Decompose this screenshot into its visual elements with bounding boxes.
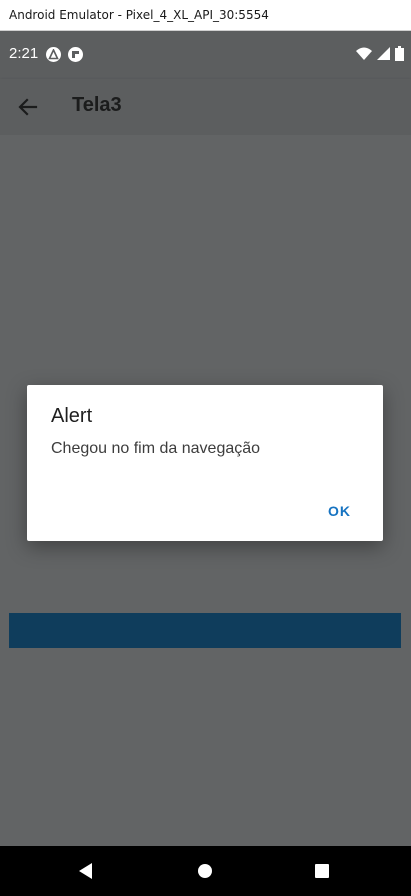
- recents-square-icon[interactable]: [312, 861, 332, 881]
- wifi-icon: [356, 47, 372, 60]
- back-triangle-icon[interactable]: [76, 861, 96, 881]
- dialog-title: Alert: [51, 405, 93, 427]
- alert-dialog: Alert Chegou no fim da navegação OK: [27, 385, 383, 541]
- back-button[interactable]: [12, 91, 44, 123]
- device-screen: 2:21 Tela3 Alert Chegou no fim da navega…: [0, 31, 411, 896]
- page-title: Tela3: [72, 94, 122, 116]
- dialog-message: Chegou no fim da navegação: [51, 440, 261, 457]
- app-bar: Tela3: [0, 79, 411, 135]
- status-time: 2:21: [9, 45, 39, 62]
- battery-icon: [395, 46, 404, 61]
- emulator-window-title: Android Emulator - Pixel_4_XL_API_30:555…: [0, 0, 411, 31]
- cell-signal-icon: [377, 47, 390, 60]
- home-circle-icon[interactable]: [195, 861, 215, 881]
- fb-icon: [68, 47, 83, 62]
- window-title-text: Android Emulator - Pixel_4_XL_API_30:555…: [9, 8, 269, 22]
- ok-button[interactable]: OK: [316, 497, 363, 525]
- underlying-button: [9, 613, 401, 648]
- status-bar: 2:21: [0, 31, 411, 79]
- arrow-back-icon: [18, 98, 38, 116]
- react-native-icon: [46, 47, 61, 62]
- system-nav-bar: [0, 846, 411, 896]
- status-icons: [351, 46, 404, 61]
